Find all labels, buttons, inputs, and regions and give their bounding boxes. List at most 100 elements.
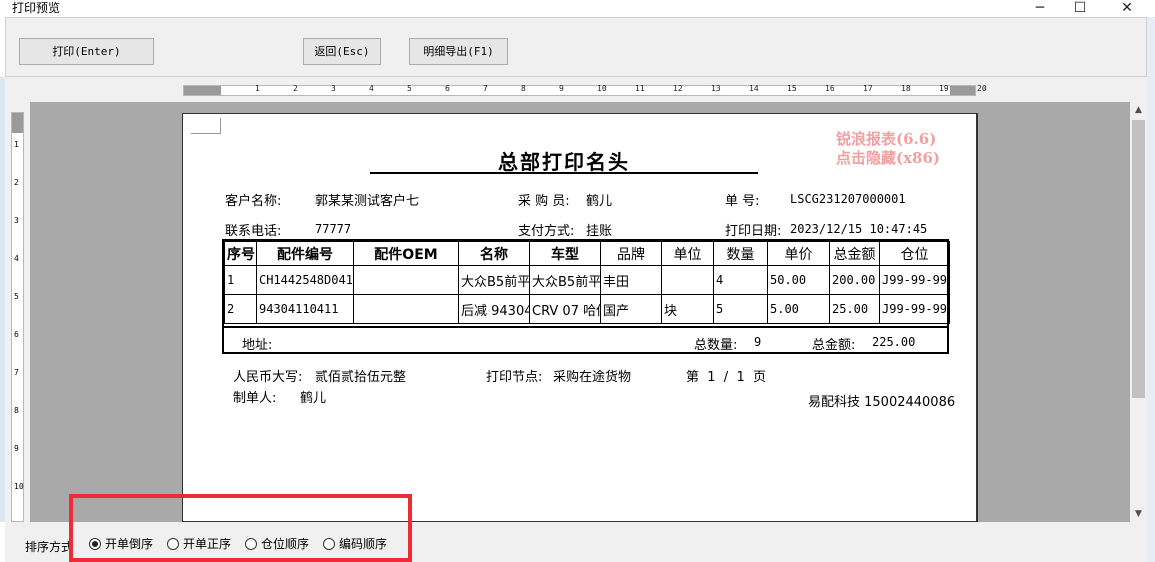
highlight-box [69, 494, 412, 562]
ruler-mark: 12 [673, 84, 683, 93]
close-button[interactable]: ✕ [1107, 0, 1147, 17]
col-header: 序号 [224, 241, 257, 266]
ruler-mark: 8 [521, 84, 526, 93]
rmb-value: 贰佰贰拾伍元整 [315, 370, 407, 385]
ruler-mark: 16 [825, 84, 835, 93]
address-label: 地址: [242, 338, 273, 353]
watermark-line-1: 锐浪报表(6.6) [836, 130, 937, 148]
ruler-mark: 1 [255, 84, 260, 93]
table-row: 1 CH1442548D041 大众B5前平 大众B5前平 丰田 4 50.00… [224, 265, 950, 295]
rmb-label: 人民币大写: [233, 370, 303, 385]
print-date-value: 2023/12/15 10:47:45 [790, 222, 928, 236]
maker-value: 鹤儿 [300, 391, 327, 406]
table-cell: 4 [713, 265, 768, 295]
table-cell: 2 [224, 294, 257, 324]
document-title: 总部打印名头 [498, 150, 630, 174]
ruler-mark: 15 [787, 84, 797, 93]
customer-value: 郭某某测试客户七 [315, 194, 420, 209]
ruler-mark: 6 [445, 84, 450, 93]
table-cell [353, 265, 459, 295]
toolbar: 打印(Enter) 返回(Esc) 明细导出(F1) [5, 17, 1147, 77]
table-cell: 国产 [600, 294, 662, 324]
table-cell: 后减 94304 [458, 294, 530, 324]
ruler-mark: 4 [14, 254, 19, 263]
company-info: 易配科技 15002440086 [808, 395, 956, 410]
table-cell: 25.00 [829, 294, 880, 324]
col-header: 总金额 [829, 241, 880, 266]
ruler-mark: 13 [711, 84, 721, 93]
minimize-button[interactable]: ─ [1020, 0, 1060, 17]
back-button[interactable]: 返回(Esc) [303, 38, 381, 65]
col-header: 名称 [458, 241, 530, 266]
table-cell: 块 [661, 294, 714, 324]
table-cell: 5.00 [767, 294, 830, 324]
ruler-mark: 5 [14, 292, 19, 301]
col-header: 数量 [713, 241, 768, 266]
table-cell: J99-99-99 [879, 294, 950, 324]
vertical-ruler: 1 2 3 4 5 6 7 8 9 10 [11, 112, 24, 522]
ruler-mark: 6 [14, 330, 19, 339]
total-amount-value: 225.00 [872, 335, 916, 349]
scroll-thumb[interactable] [1132, 120, 1145, 398]
right-edge [1147, 17, 1155, 562]
maximize-button[interactable]: ☐ [1060, 0, 1100, 17]
col-header: 品牌 [600, 241, 662, 266]
ruler-mark: 20 [977, 84, 987, 93]
vertical-scrollbar[interactable]: ▲ ▼ [1130, 102, 1147, 522]
print-node-value: 采购在途货物 [553, 370, 632, 385]
page-corner-marker [191, 118, 221, 134]
table-cell [353, 294, 459, 324]
phone-label: 联系电话: [225, 224, 282, 239]
total-qty-value: 9 [754, 335, 762, 349]
ruler-mark: 10 [597, 84, 607, 93]
left-edge [0, 77, 5, 522]
phone-value: 77777 [315, 222, 352, 236]
horizontal-ruler: 1 2 3 4 5 6 7 8 9 10 11 12 13 14 15 16 17 18 19 20 [183, 84, 987, 96]
table-cell: 5 [713, 294, 768, 324]
table-cell: 大众B5前平 [458, 265, 530, 295]
ruler-mark: 10 [14, 482, 24, 491]
table-cell: 94304110411 [256, 294, 354, 324]
order-no-label: 单 号: [725, 194, 760, 209]
total-qty-label: 总数量: [694, 338, 738, 353]
ruler-mark: 2 [293, 84, 298, 93]
table-cell: 200.00 [829, 265, 880, 295]
table-cell: 1 [224, 265, 257, 295]
table-header-row: 序号 配件编号 配件OEM 名称 车型 品牌 单位 数量 单价 总金额 仓位 [224, 241, 950, 266]
print-button[interactable]: 打印(Enter) [19, 38, 154, 65]
buyer-label: 采 购 员: [518, 194, 570, 209]
ruler-mark: 5 [407, 84, 412, 93]
ruler-mark: 17 [863, 84, 873, 93]
ruler-mark: 9 [559, 84, 564, 93]
maker-label: 制单人: [233, 391, 277, 406]
print-node-label: 打印节点: [486, 370, 543, 385]
col-header: 车型 [529, 241, 601, 266]
total-amount-label: 总金额: [812, 338, 856, 353]
sort-label: 排序方式 [25, 540, 74, 554]
export-detail-button[interactable]: 明细导出(F1) [409, 38, 508, 65]
table-cell: 大众B5前平 [529, 265, 601, 295]
order-no-value: LSCG231207000001 [790, 192, 906, 206]
col-header: 仓位 [879, 241, 950, 266]
watermark-line-2: 点击隐藏(x86) [836, 149, 941, 167]
col-header: 配件OEM [353, 241, 459, 266]
ruler-mark: 11 [635, 84, 645, 93]
detail-table: 序号 配件编号 配件OEM 名称 车型 品牌 单位 数量 单价 总金额 仓位 1… [222, 239, 950, 354]
page-indicator: 第 1 / 1 页 [686, 370, 766, 385]
col-header: 单价 [767, 241, 830, 266]
ruler-mark: 18 [901, 84, 911, 93]
table-cell: 丰田 [600, 265, 662, 295]
payment-value: 挂账 [586, 224, 613, 239]
ruler-mark: 8 [14, 406, 19, 415]
table-cell: CRV 07 哈佛 [529, 294, 601, 324]
ruler-mark: 3 [14, 216, 19, 225]
ruler-mark: 7 [14, 368, 19, 377]
customer-label: 客户名称: [225, 194, 282, 209]
table-footer: 地址: 总数量: 9 总金额: 225.00 [224, 326, 947, 354]
scroll-down-icon[interactable]: ▼ [1130, 506, 1147, 522]
buyer-value: 鹤儿 [586, 194, 613, 209]
report-watermark[interactable]: 锐浪报表(6.6) 点击隐藏(x86) [836, 130, 940, 168]
table-cell: 50.00 [767, 265, 830, 295]
table-cell: J99-99-99 [879, 265, 950, 295]
scroll-up-icon[interactable]: ▲ [1130, 102, 1147, 118]
